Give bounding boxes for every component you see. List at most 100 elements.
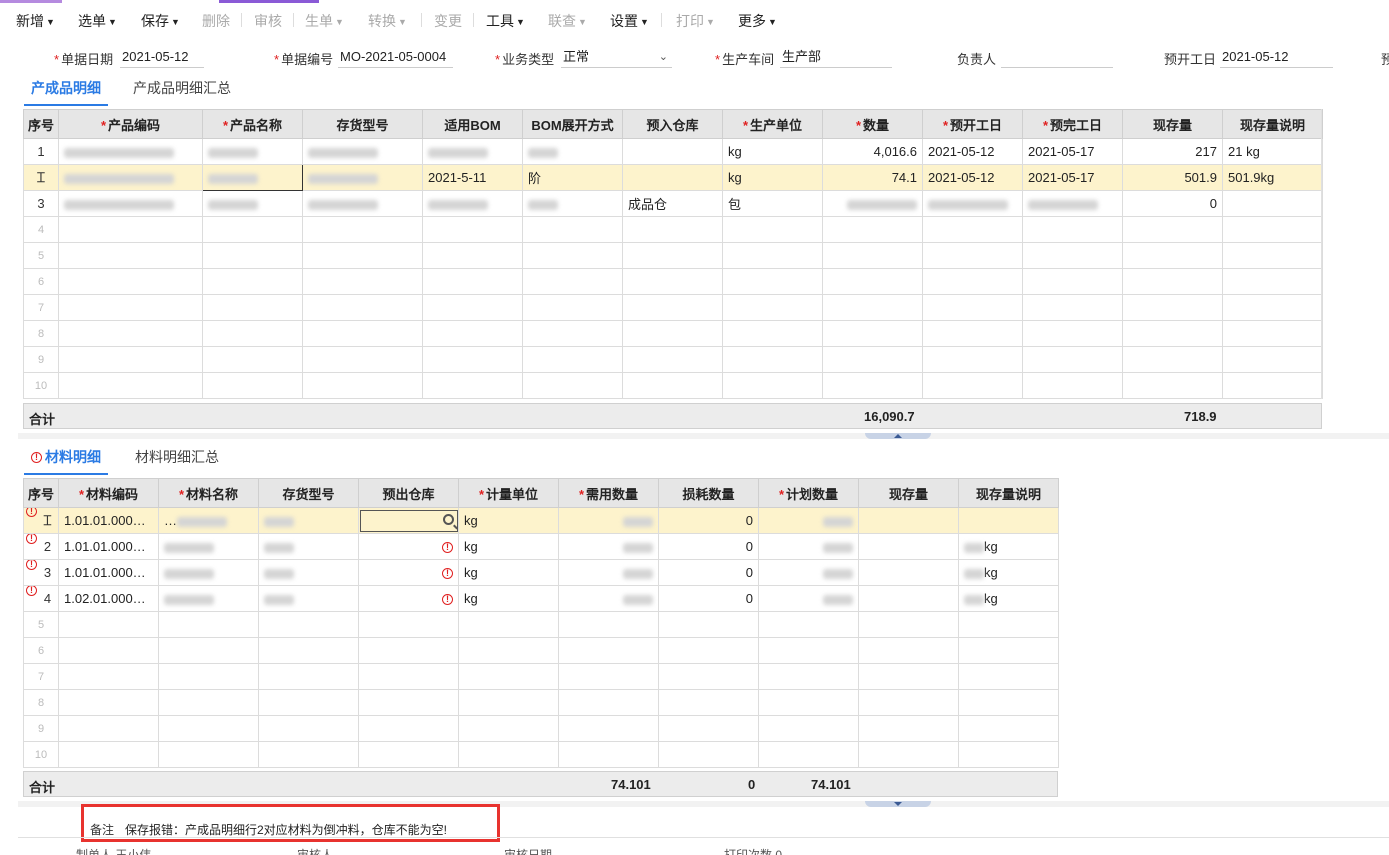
table-cell[interactable] <box>722 216 823 243</box>
table-cell[interactable]: 9 <box>23 346 59 373</box>
table-cell[interactable] <box>1222 372 1323 399</box>
table-cell[interactable] <box>258 585 359 612</box>
table-cell[interactable] <box>1222 320 1323 347</box>
toolbar-item[interactable]: 工具 ▼ <box>486 11 525 31</box>
table-cell[interactable] <box>302 346 423 373</box>
table-cell[interactable]: … <box>158 507 259 534</box>
table-cell[interactable] <box>1222 294 1323 321</box>
table-cell[interactable] <box>1022 346 1123 373</box>
table-cell[interactable] <box>858 741 959 768</box>
table-cell[interactable] <box>258 507 359 534</box>
table-row[interactable]: 3 成品仓包 0 <box>23 190 1323 217</box>
column-header[interactable]: * 计量单位 <box>458 478 559 508</box>
table-cell[interactable] <box>458 715 559 742</box>
table-cell[interactable] <box>558 533 659 560</box>
table-cell[interactable] <box>1122 346 1223 373</box>
table-cell[interactable]: kg <box>458 585 559 612</box>
table-cell[interactable] <box>858 611 959 638</box>
table-cell[interactable] <box>858 715 959 742</box>
table-row[interactable]: 10 <box>23 741 1059 768</box>
table-cell[interactable] <box>958 715 1059 742</box>
table-cell[interactable] <box>558 741 659 768</box>
table-cell[interactable] <box>522 346 623 373</box>
toolbar-item[interactable]: 选单 ▼ <box>78 11 117 31</box>
table-cell[interactable] <box>202 216 303 243</box>
table-row[interactable]: 5 <box>23 242 1323 269</box>
table-cell[interactable] <box>202 242 303 269</box>
table-cell[interactable] <box>858 663 959 690</box>
table-row[interactable]: 6 <box>23 268 1323 295</box>
table-cell[interactable] <box>258 559 359 586</box>
tab-product-detail[interactable]: 产成品明细 <box>24 78 108 106</box>
table-cell[interactable] <box>658 741 759 768</box>
table-cell[interactable]: 0 <box>658 507 759 534</box>
table-cell[interactable] <box>302 320 423 347</box>
table-cell[interactable]: ! <box>358 585 459 612</box>
table-cell[interactable] <box>658 689 759 716</box>
table-cell[interactable]: 1.01.01.000… <box>58 559 159 586</box>
table-cell[interactable]: 4 <box>23 216 59 243</box>
column-header[interactable]: * 需用数量 <box>558 478 659 508</box>
column-header[interactable]: * 计划数量 <box>758 478 859 508</box>
table-cell[interactable] <box>958 611 1059 638</box>
table-cell[interactable] <box>858 637 959 664</box>
table-cell[interactable] <box>1022 320 1123 347</box>
table-cell[interactable]: 8 <box>23 689 59 716</box>
tab-material-detail[interactable]: ! 材料明细 <box>24 447 108 475</box>
table-row[interactable]: ⌶ 2021-5-11 阶 kg 74.1 2021-05-12 2021-05-17 501… <box>23 164 1323 191</box>
table-cell[interactable] <box>858 689 959 716</box>
table-row[interactable]: 6 <box>23 637 1059 664</box>
table-cell[interactable] <box>558 637 659 664</box>
table-cell[interactable]: 1.01.01.000… <box>58 533 159 560</box>
table-cell[interactable] <box>622 372 723 399</box>
table-cell[interactable]: kg <box>458 507 559 534</box>
table-cell[interactable] <box>158 559 259 586</box>
table-cell[interactable] <box>422 294 523 321</box>
table-cell[interactable]: 7 <box>23 663 59 690</box>
column-header[interactable]: * 生产单位 <box>722 109 823 139</box>
table-row[interactable]: 5 <box>23 611 1059 638</box>
row-insert-icon[interactable]: ⌶ <box>37 169 45 185</box>
table-cell[interactable]: 10 <box>23 372 59 399</box>
table-cell[interactable] <box>522 242 623 269</box>
table-cell[interactable]: 501.9 <box>1122 164 1223 191</box>
table-cell[interactable] <box>958 689 1059 716</box>
table-cell[interactable] <box>822 216 923 243</box>
table-cell[interactable] <box>58 663 159 690</box>
table-row[interactable]: 7 <box>23 294 1323 321</box>
table-cell[interactable]: 2021-05-12 <box>922 164 1023 191</box>
table-cell[interactable] <box>458 611 559 638</box>
table-cell[interactable]: 2021-05-17 <box>1022 138 1123 165</box>
table-cell[interactable] <box>522 294 623 321</box>
error-icon[interactable]: ! <box>442 568 453 579</box>
table-cell[interactable] <box>458 663 559 690</box>
table-cell[interactable] <box>822 294 923 321</box>
column-header[interactable]: * 数量 <box>822 109 923 139</box>
table-cell[interactable] <box>158 611 259 638</box>
table-cell[interactable] <box>158 689 259 716</box>
table-cell[interactable]: 0 <box>658 585 759 612</box>
toolbar-item[interactable]: 变更 <box>434 11 462 31</box>
table-cell[interactable] <box>58 216 203 243</box>
table-cell[interactable] <box>458 689 559 716</box>
column-header[interactable]: * 材料编码 <box>58 478 159 508</box>
table-cell[interactable] <box>722 320 823 347</box>
table-cell[interactable] <box>758 741 859 768</box>
table-cell[interactable] <box>302 372 423 399</box>
table-cell[interactable] <box>1022 372 1123 399</box>
table-cell[interactable] <box>1022 242 1123 269</box>
table-cell[interactable] <box>422 346 523 373</box>
column-header[interactable]: 序号 <box>23 109 59 139</box>
table-cell[interactable] <box>58 268 203 295</box>
error-icon[interactable]: ! <box>26 508 37 517</box>
column-header[interactable]: BOM展开方式 <box>522 109 623 139</box>
table-cell[interactable] <box>558 585 659 612</box>
table-cell[interactable] <box>358 637 459 664</box>
table-cell[interactable] <box>958 741 1059 768</box>
column-header[interactable]: 现存量说明 <box>1222 109 1323 139</box>
table-row[interactable]: 10 <box>23 372 1323 399</box>
table-cell[interactable]: 包 <box>722 190 823 217</box>
table-cell[interactable] <box>822 346 923 373</box>
table-cell[interactable] <box>1222 216 1323 243</box>
table-cell[interactable] <box>302 138 423 165</box>
